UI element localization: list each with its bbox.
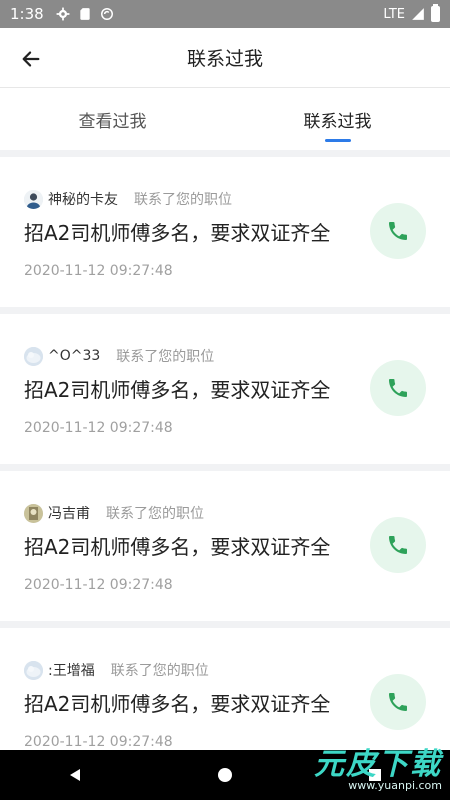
timestamp: 2020-11-12 09:27:48 xyxy=(24,263,173,279)
phone-icon xyxy=(389,222,407,240)
avatar xyxy=(24,189,43,209)
job-title: 招A2司机师傅多名，要求双证齐全 xyxy=(24,692,331,716)
battery-icon xyxy=(431,4,440,22)
avatar xyxy=(24,503,43,523)
app-bar: 联系过我 xyxy=(0,28,450,88)
user-avatar-icon xyxy=(24,346,43,366)
sd-card-icon xyxy=(80,8,90,20)
call-button[interactable] xyxy=(370,203,426,259)
back-button[interactable] xyxy=(14,42,48,76)
triangle-back-icon xyxy=(70,769,80,781)
tab-active-indicator xyxy=(324,139,351,142)
tab-viewed-me[interactable]: 查看过我 xyxy=(0,88,225,150)
call-button[interactable] xyxy=(370,360,426,416)
list-item[interactable]: ^O^33 联系了您的职位 招A2司机师傅多名，要求双证齐全 2020-11-1… xyxy=(0,314,450,464)
timestamp: 2020-11-12 09:27:48 xyxy=(24,577,173,593)
avatar xyxy=(24,660,43,680)
system-nav-bar: 元皮下载 www.yuanpi.com xyxy=(0,747,450,800)
job-title: 招A2司机师傅多名，要求双证齐全 xyxy=(24,221,331,245)
user-name: 冯吉甫 xyxy=(48,506,90,522)
watermark-logo: 元皮下载 xyxy=(314,747,442,782)
tab-bar: 查看过我 联系过我 xyxy=(0,88,450,150)
contact-list: 神秘的卡友 联系了您的职位 招A2司机师傅多名，要求双证齐全 2020-11-1… xyxy=(0,150,450,778)
job-title: 招A2司机师傅多名，要求双证齐全 xyxy=(24,378,331,402)
tab-label: 查看过我 xyxy=(78,111,147,132)
page-title: 联系过我 xyxy=(186,48,263,70)
job-title: 招A2司机师傅多名，要求双证齐全 xyxy=(24,535,331,559)
user-avatar-icon xyxy=(24,189,43,209)
back-arrow-icon xyxy=(22,51,40,67)
action-text: 联系了您的职位 xyxy=(106,506,204,522)
network-type: LTE xyxy=(383,6,405,22)
phone-icon xyxy=(389,693,407,711)
sync-icon xyxy=(100,8,113,20)
call-button[interactable] xyxy=(370,674,426,730)
user-avatar-icon xyxy=(24,503,43,523)
status-time: 1:38 xyxy=(10,5,44,23)
circle-home-icon xyxy=(218,768,232,782)
watermark: 元皮下载 www.yuanpi.com xyxy=(314,739,442,792)
nav-home-button[interactable] xyxy=(205,755,245,795)
nav-back-button[interactable] xyxy=(55,755,95,795)
user-avatar-icon xyxy=(24,660,43,680)
avatar xyxy=(24,346,43,366)
settings-icon xyxy=(56,7,70,21)
list-item[interactable]: 冯吉甫 联系了您的职位 招A2司机师傅多名，要求双证齐全 2020-11-12 … xyxy=(0,471,450,621)
action-text: 联系了您的职位 xyxy=(110,663,209,679)
action-text: 联系了您的职位 xyxy=(134,192,232,208)
signal-icon xyxy=(412,8,424,20)
phone-icon xyxy=(389,379,407,397)
user-name: ^O^33 xyxy=(48,348,101,364)
timestamp: 2020-11-12 09:27:48 xyxy=(24,734,173,750)
status-bar: 1:38 LTE xyxy=(0,0,450,28)
call-button[interactable] xyxy=(370,517,426,573)
timestamp: 2020-11-12 09:27:48 xyxy=(24,420,173,436)
phone-icon xyxy=(389,536,407,554)
user-name: 神秘的卡友 xyxy=(48,192,118,208)
tab-contacted-me[interactable]: 联系过我 xyxy=(225,88,450,150)
action-text: 联系了您的职位 xyxy=(116,349,215,365)
list-item[interactable]: 神秘的卡友 联系了您的职位 招A2司机师傅多名，要求双证齐全 2020-11-1… xyxy=(0,157,450,307)
user-name: :王增福 xyxy=(48,663,95,679)
tab-label: 联系过我 xyxy=(303,111,372,132)
